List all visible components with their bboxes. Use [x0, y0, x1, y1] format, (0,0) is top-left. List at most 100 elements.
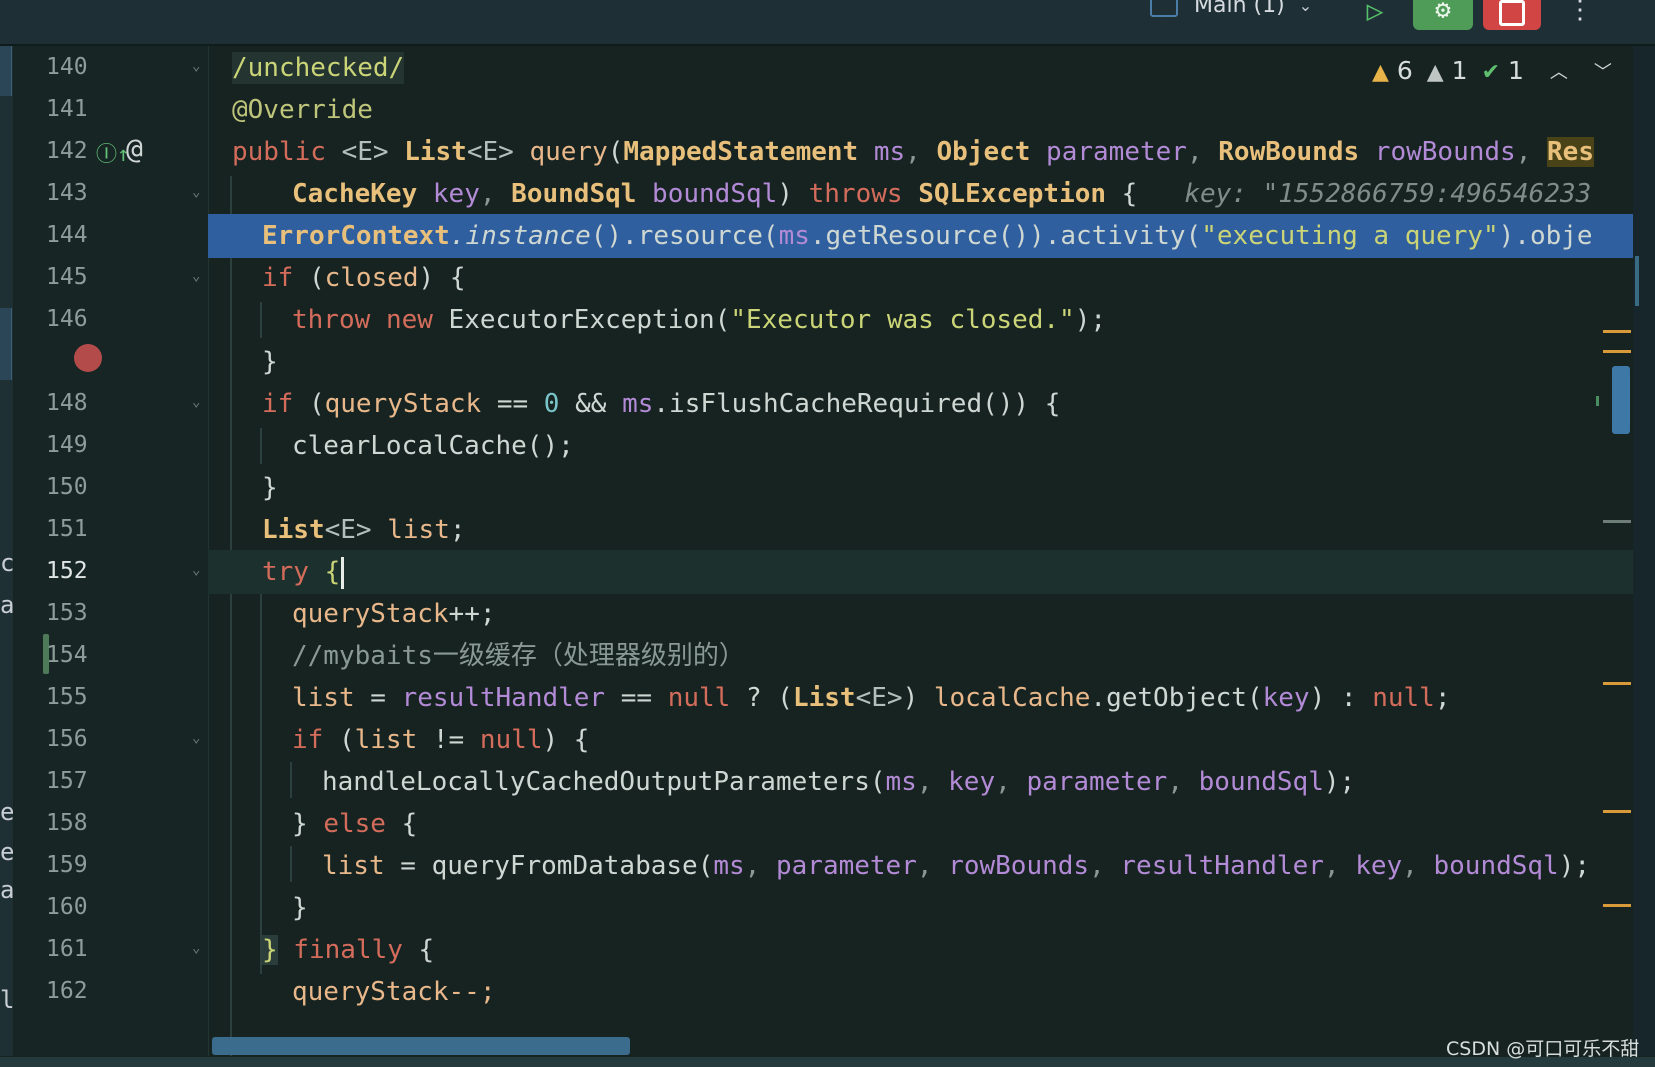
inspections-widget[interactable]: ▲ 6 ▲ 1 ✔ 1 ︿ ﹀ — [1372, 56, 1612, 85]
fold-chevron-icon[interactable]: ⌄ — [192, 730, 200, 746]
tree-item-fragment[interactable]: e — [0, 798, 13, 826]
punct: ; — [449, 515, 466, 545]
type-name: BoundSql — [511, 179, 637, 209]
param: rowBounds — [1359, 137, 1516, 167]
info-mark[interactable] — [1603, 520, 1631, 523]
code-line[interactable]: queryStack++; — [208, 592, 1633, 636]
error-stripe[interactable] — [1603, 46, 1633, 1056]
implements-method-icon[interactable]: Ⓘ↑ — [96, 138, 130, 168]
code-line[interactable]: list = resultHandler == null ? (List<E>)… — [208, 676, 1633, 720]
tree-item-fragment[interactable]: ce — [0, 549, 13, 577]
tree-item-fragment[interactable]: at — [0, 591, 13, 619]
vertical-scrollbar-thumb[interactable] — [1612, 366, 1630, 434]
line-number: 143 — [46, 180, 88, 206]
param: key — [1355, 851, 1403, 881]
line-number: 157 — [46, 768, 88, 794]
code-line[interactable]: @Override — [208, 88, 1633, 132]
debug-button[interactable]: ⚙ — [1413, 0, 1473, 30]
stop-button[interactable] — [1483, 0, 1541, 30]
punct: ); — [1323, 767, 1356, 797]
type-name: SQLException — [918, 179, 1107, 209]
code-line[interactable]: } — [208, 466, 1633, 510]
warning-mark[interactable] — [1603, 682, 1631, 685]
fold-chevron-icon[interactable]: ⌄ — [192, 268, 200, 284]
param: key — [417, 179, 480, 209]
code-line[interactable]: if (list != null) { — [208, 718, 1633, 762]
punct: , — [916, 767, 949, 797]
param: ms — [778, 221, 810, 251]
horizontal-scrollbar-thumb[interactable] — [212, 1037, 630, 1055]
code-line[interactable]: List<E> list; — [208, 508, 1633, 552]
code-line[interactable]: if (closed) { — [208, 256, 1633, 300]
project-panel-edge: ce at e e a le — [0, 46, 13, 1056]
method-signature-cont: CacheKey key, BoundSql boundSql) throws … — [292, 178, 1591, 210]
fold-chevron-icon[interactable]: ⌄ — [192, 562, 200, 578]
type-param: <E> — [324, 515, 388, 545]
more-actions-button[interactable]: ⋮ — [1565, 0, 1595, 30]
punct: ); — [1558, 851, 1591, 881]
warning-mark[interactable] — [1603, 330, 1631, 333]
next-highlight-icon[interactable]: ﹀ — [1594, 58, 1612, 84]
line-number: 155 — [46, 684, 88, 710]
fold-chevron-icon[interactable]: ⌄ — [192, 184, 200, 200]
type-name: Res — [1547, 137, 1594, 167]
code-line[interactable]: } else { — [208, 802, 1633, 846]
annotation-at-icon[interactable]: @ — [126, 132, 143, 165]
typos-counter[interactable]: ✔ 1 — [1482, 56, 1524, 85]
punct: ( — [293, 389, 325, 419]
run-configuration-selector[interactable]: Main (1) ⌄ — [1150, 0, 1312, 20]
fold-chevron-icon[interactable]: ⌄ — [192, 940, 200, 956]
code-text: } finally { — [262, 934, 434, 966]
code-line[interactable]: } — [208, 340, 1633, 384]
code-line[interactable]: list = queryFromDatabase(ms, parameter, … — [208, 844, 1633, 888]
method-call: ().resource( — [590, 221, 779, 251]
code-text: /unchecked/ — [232, 52, 405, 84]
code-text: list = resultHandler == null ? (List<E>)… — [292, 682, 1450, 714]
previous-highlight-icon[interactable]: ︿ — [1550, 58, 1568, 84]
code-line[interactable]: clearLocalCache(); — [208, 424, 1633, 468]
code-line[interactable]: } finally { — [208, 928, 1633, 972]
code-line[interactable]: public <E> List<E> query(MappedStatement… — [208, 130, 1633, 174]
editor-gutter[interactable]: 140 ⌄ 141 142 Ⓘ↑ @ 143 ⌄ 144 145 ⌄ 146 1… — [14, 46, 209, 1056]
line-number: 148 — [46, 390, 88, 416]
punct: , — [1089, 851, 1121, 881]
punct: ( — [323, 725, 355, 755]
weak-warnings-counter[interactable]: ▲ 1 — [1427, 56, 1468, 85]
code-line-caret[interactable]: try { — [208, 550, 1633, 594]
fold-chevron-icon[interactable]: ⌄ — [192, 58, 200, 74]
code-line[interactable]: throw new ExecutorException("Executor wa… — [208, 298, 1633, 342]
line-number: 141 — [46, 96, 88, 122]
code-text: } — [292, 893, 308, 923]
type-name: Object — [936, 137, 1031, 167]
local-var: list — [292, 683, 355, 713]
keyword: throws — [808, 179, 903, 209]
breakpoint-icon[interactable] — [74, 344, 102, 372]
keyword: if — [262, 263, 294, 293]
code-line[interactable]: queryStack--; — [208, 970, 1633, 1014]
type-name: List — [792, 683, 856, 713]
code-line[interactable]: CacheKey key, BoundSql boundSql) throws … — [208, 172, 1633, 216]
tree-item-fragment[interactable]: le — [0, 986, 13, 1014]
code-line[interactable]: if (queryStack == 0 && ms.isFlushCacheRe… — [208, 382, 1633, 426]
punct: ( — [607, 137, 624, 167]
panel-highlight — [0, 308, 12, 380]
code-text: if (list != null) { — [292, 724, 589, 756]
code-line[interactable]: handleLocallyCachedOutputParameters(ms, … — [208, 760, 1633, 804]
tree-item-fragment[interactable]: a — [0, 876, 13, 904]
fold-chevron-icon[interactable]: ⌄ — [192, 394, 200, 410]
code-line-execution-point[interactable]: ErrorContext.instance().resource(ms.getR… — [208, 214, 1633, 258]
code-line[interactable]: //mybaits一级缓存（处理器级别的） — [208, 634, 1633, 678]
param: ms — [885, 767, 917, 797]
param: ms — [622, 389, 654, 419]
param: boundSql — [636, 179, 778, 209]
tree-item-fragment[interactable]: e — [0, 838, 13, 866]
run-button[interactable]: ▷ — [1355, 0, 1395, 30]
warning-mark[interactable] — [1603, 810, 1631, 813]
code-line[interactable]: } — [208, 886, 1633, 930]
code-editor[interactable]: /unchecked/ @Override public <E> List<E>… — [208, 46, 1633, 1056]
field: closed — [324, 263, 419, 293]
warning-mark[interactable] — [1603, 350, 1631, 353]
warning-mark[interactable] — [1603, 904, 1631, 907]
warnings-counter[interactable]: ▲ 6 — [1372, 56, 1413, 85]
